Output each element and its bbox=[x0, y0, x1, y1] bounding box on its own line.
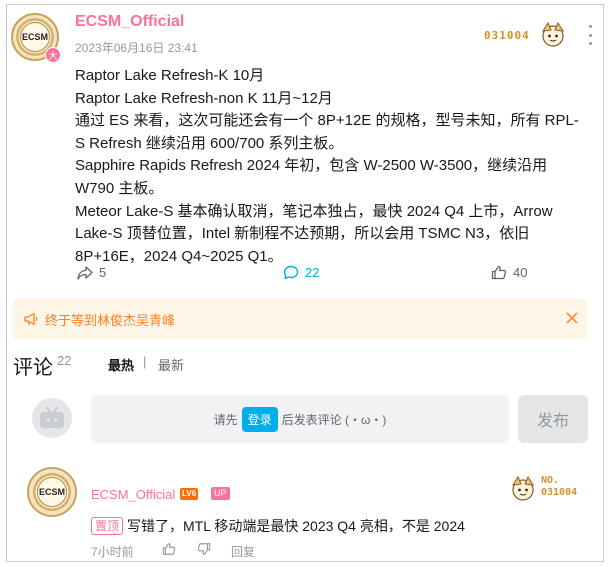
sort-divider: | bbox=[143, 354, 147, 369]
level-badge: LV6 bbox=[180, 488, 199, 500]
avatar-logo: ECSM bbox=[20, 22, 50, 52]
megaphone-icon bbox=[24, 312, 38, 326]
thumbs-up-icon bbox=[491, 265, 507, 280]
avatar-ring: ECSM bbox=[27, 467, 77, 517]
tv-mascot-icon bbox=[40, 407, 64, 428]
fan-badge-icon bbox=[512, 475, 534, 501]
post-date: 2023年06月16日 23:41 bbox=[75, 41, 198, 55]
input-prefix: 请先 bbox=[213, 412, 238, 427]
fan-badge-icon bbox=[542, 21, 564, 47]
fan-label: NO. bbox=[541, 475, 560, 486]
author-avatar[interactable]: ECSM 大 bbox=[11, 13, 61, 63]
reply-fan-number: NO. 031004 bbox=[541, 475, 577, 499]
content-line: 通过 ES 来看，这次可能还会有一个 8P+12E 的规格，型号未知，所有 RP… bbox=[75, 112, 579, 152]
comment-input[interactable]: 请先 登录 后发表评论 (・ω・) bbox=[91, 395, 509, 443]
sort-hot-tab[interactable]: 最热 bbox=[108, 355, 134, 374]
close-icon[interactable] bbox=[565, 311, 579, 325]
fan-number: 031004 bbox=[484, 29, 530, 42]
share-button[interactable]: 5 bbox=[77, 265, 106, 280]
reply-avatar[interactable]: ECSM bbox=[27, 467, 77, 517]
input-suffix: 后发表评论 (・ω・) bbox=[281, 412, 387, 427]
share-count: 5 bbox=[99, 265, 107, 280]
comments-title: 评论 bbox=[13, 357, 53, 379]
sort-new-tab[interactable]: 最新 bbox=[158, 355, 184, 374]
more-options-icon[interactable] bbox=[585, 25, 595, 45]
publish-button[interactable]: 发布 bbox=[518, 395, 588, 443]
notice-bar[interactable]: 终于等到林俊杰吴青峰 bbox=[13, 299, 587, 339]
like-count: 40 bbox=[513, 265, 528, 280]
content-line: Raptor Lake Refresh-non K 11月~12月 bbox=[75, 89, 333, 107]
fan-digits: 031004 bbox=[541, 487, 578, 498]
post-card: ECSM 大 ECSM_Official 2023年06月16日 23:41 0… bbox=[6, 4, 604, 562]
notice-text: 终于等到林俊杰吴青峰 bbox=[45, 312, 176, 328]
comment-icon bbox=[283, 265, 299, 280]
avatar-logo: ECSM bbox=[37, 477, 67, 507]
pinned-tag: 置顶 bbox=[91, 517, 124, 535]
share-icon bbox=[77, 265, 93, 280]
my-avatar bbox=[32, 398, 72, 438]
up-badge: UP bbox=[211, 487, 230, 500]
post-content: Raptor Lake Refresh-K 10月 Raptor Lake Re… bbox=[75, 65, 587, 268]
reply-author[interactable]: ECSM_Official bbox=[91, 487, 175, 502]
reply-text: 写错了，MTL 移动端是最快 2023 Q4 亮相，不是 2024 bbox=[127, 518, 465, 534]
comment-button[interactable]: 22 bbox=[283, 265, 319, 280]
like-button[interactable]: 40 bbox=[491, 265, 527, 280]
content-line: Sapphire Rapids Refresh 2024 年初，包含 W-250… bbox=[75, 157, 548, 197]
comment-count: 22 bbox=[305, 265, 320, 280]
author-name[interactable]: ECSM_Official bbox=[75, 13, 184, 31]
login-button[interactable]: 登录 bbox=[241, 406, 278, 432]
big-member-badge: 大 bbox=[45, 47, 61, 63]
thumbs-down-icon[interactable] bbox=[197, 542, 211, 556]
thumbs-up-icon[interactable] bbox=[162, 542, 176, 556]
content-line: Raptor Lake Refresh-K 10月 bbox=[75, 67, 265, 84]
reply-button[interactable]: 回复 bbox=[231, 543, 255, 560]
comments-count: 22 bbox=[57, 353, 72, 368]
content-line: Meteor Lake-S 基本确认取消，笔记本独占，最快 2024 Q4 上市… bbox=[75, 202, 553, 265]
reply-time: 7小时前 bbox=[91, 545, 134, 559]
